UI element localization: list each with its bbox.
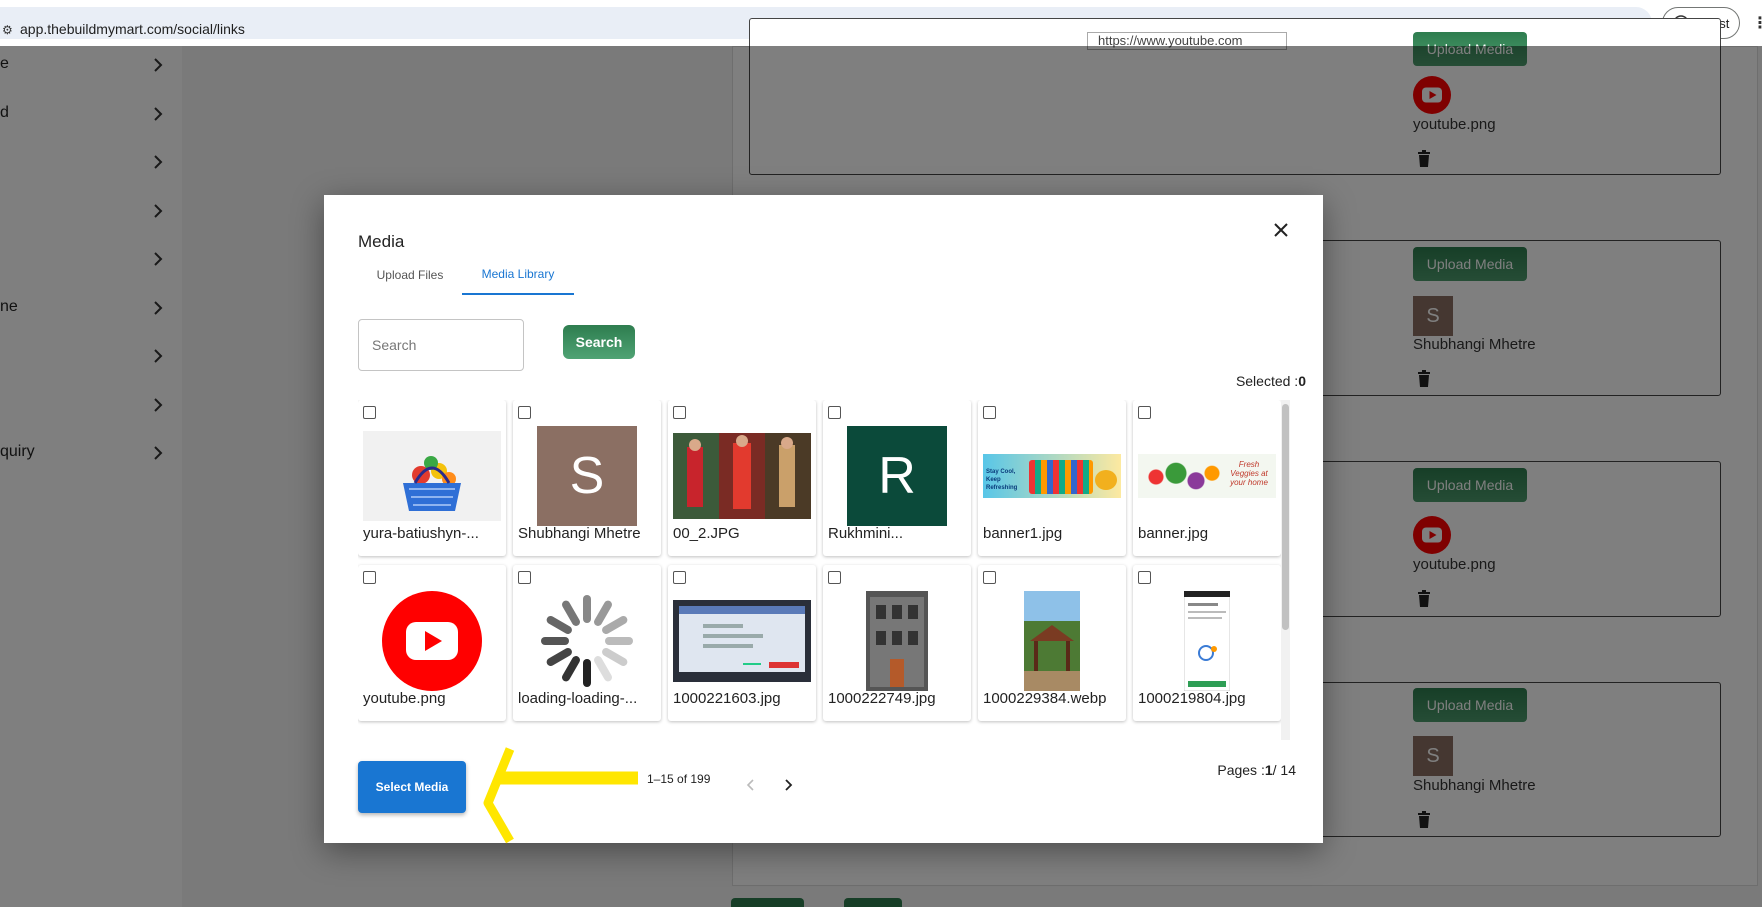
gazebo-photo-image [1024, 591, 1080, 691]
media-tile[interactable]: Fresh Veggies at your home banner.jpg [1133, 400, 1281, 556]
annotation-arrow-icon [483, 747, 638, 844]
media-thumbnail[interactable] [518, 591, 656, 691]
media-dialog: Media Upload Files Media Library Search … [324, 195, 1323, 843]
basket-image [363, 431, 501, 521]
media-filename: 1000221603.jpg [673, 690, 781, 707]
media-tile[interactable]: Stay Cool, Keep Refreshing banner1.jpg [978, 400, 1126, 556]
bottles [1029, 460, 1093, 494]
media-checkbox[interactable] [828, 406, 841, 419]
selected-label: Selected : [1235, 373, 1299, 389]
media-tile[interactable]: 1000219804.jpg [1133, 565, 1281, 721]
banner-drinks-image: Stay Cool, Keep Refreshing [983, 454, 1121, 498]
media-tile[interactable]: 00_2.JPG [668, 400, 816, 556]
media-filename: banner1.jpg [983, 525, 1063, 542]
media-thumbnail[interactable]: R [828, 426, 966, 526]
banner-veggies-image: Fresh Veggies at your home [1138, 454, 1276, 498]
media-thumbnail[interactable]: S [518, 426, 656, 526]
search-button[interactable]: Search [563, 325, 635, 359]
chevron-left-icon[interactable] [745, 777, 757, 793]
letter-thumbnail: R [847, 426, 947, 526]
media-tile[interactable]: youtube.png [358, 565, 506, 721]
phone-screenshot-image [1184, 591, 1230, 691]
media-thumbnail[interactable] [673, 591, 811, 691]
search-input[interactable] [358, 319, 524, 371]
tab-upload-files[interactable]: Upload Files [358, 255, 462, 295]
media-checkbox[interactable] [673, 571, 686, 584]
media-filename: 1000222749.jpg [828, 690, 936, 707]
fashion-photo-image [673, 433, 811, 519]
media-thumbnail[interactable] [983, 591, 1121, 691]
banner-text: Stay Cool, Keep Refreshing [986, 469, 1018, 491]
tab-media-library[interactable]: Media Library [462, 255, 574, 295]
media-checkbox[interactable] [363, 406, 376, 419]
media-checkbox[interactable] [983, 406, 996, 419]
media-thumbnail[interactable] [363, 591, 501, 691]
media-filename: 1000229384.webp [983, 690, 1107, 707]
media-checkbox[interactable] [828, 571, 841, 584]
media-thumbnail[interactable]: Stay Cool, Keep Refreshing [983, 426, 1121, 526]
media-thumbnail[interactable] [1138, 591, 1276, 691]
banner-text: Fresh Veggies at your home [1230, 460, 1268, 487]
letter-thumbnail: S [537, 426, 637, 526]
address-url[interactable]: app.thebuildmymart.com/social/links [20, 21, 245, 37]
media-tile[interactable]: loading-loading-... [513, 565, 661, 721]
media-checkbox[interactable] [1138, 406, 1151, 419]
media-checkbox[interactable] [518, 406, 531, 419]
scrollbar-thumb[interactable] [1282, 404, 1289, 630]
dialog-title: Media [358, 232, 405, 251]
chevron-right-icon[interactable] [782, 777, 794, 793]
veggies [1140, 458, 1220, 496]
selected-value: 0 [1298, 373, 1306, 389]
media-thumbnail[interactable] [828, 591, 966, 691]
media-filename: yura-batiushyn-... [363, 525, 479, 542]
pagination-range: 1–15 of 199 [647, 772, 711, 786]
media-filename: Rukhmini... [828, 525, 904, 542]
media-checkbox[interactable] [673, 406, 686, 419]
media-thumbnail[interactable]: Fresh Veggies at your home [1138, 426, 1276, 526]
media-tile[interactable]: 1000221603.jpg [668, 565, 816, 721]
media-checkbox[interactable] [518, 571, 531, 584]
media-thumbnail[interactable] [673, 426, 811, 526]
media-tile[interactable]: 1000229384.webp [978, 565, 1126, 721]
media-tile[interactable]: 1000222749.jpg [823, 565, 971, 721]
media-filename: 00_2.JPG [673, 525, 740, 542]
media-checkbox[interactable] [1138, 571, 1151, 584]
media-tile[interactable]: yura-batiushyn-... [358, 400, 506, 556]
youtube-logo-icon [382, 591, 482, 691]
media-tile[interactable]: S Shubhangi Mhetre [513, 400, 661, 556]
grid-scrollbar[interactable] [1281, 400, 1290, 740]
media-tile[interactable]: R Rukhmini... [823, 400, 971, 556]
media-checkbox[interactable] [983, 571, 996, 584]
site-info-icon[interactable]: ⚙ [2, 23, 13, 37]
media-filename: 1000219804.jpg [1138, 690, 1246, 707]
media-filename: Shubhangi Mhetre [518, 525, 641, 542]
current-page: 1 [1264, 762, 1273, 778]
media-filename: youtube.png [363, 690, 446, 707]
spinner-icon [541, 595, 633, 687]
media-checkbox[interactable] [363, 571, 376, 584]
selected-count: Selected :0 [1194, 373, 1306, 389]
pages-label: Pages : [1217, 762, 1265, 778]
screen-photo-image [673, 600, 811, 682]
media-filename: loading-loading-... [518, 690, 638, 707]
pages-indicator: Pages :1/ 14 [1164, 762, 1296, 778]
building-photo-image [866, 591, 928, 691]
media-grid: yura-batiushyn-... S Shubhangi Mhetre 00_2.… [358, 400, 1294, 740]
browser-menu-icon[interactable]: ⋮ [1752, 13, 1762, 33]
media-thumbnail[interactable] [363, 426, 501, 526]
total-pages: / 14 [1272, 762, 1296, 778]
select-media-button[interactable]: Select Media [358, 761, 466, 813]
chips [1095, 470, 1117, 490]
close-icon[interactable] [1272, 221, 1290, 239]
media-filename: banner.jpg [1138, 525, 1209, 542]
